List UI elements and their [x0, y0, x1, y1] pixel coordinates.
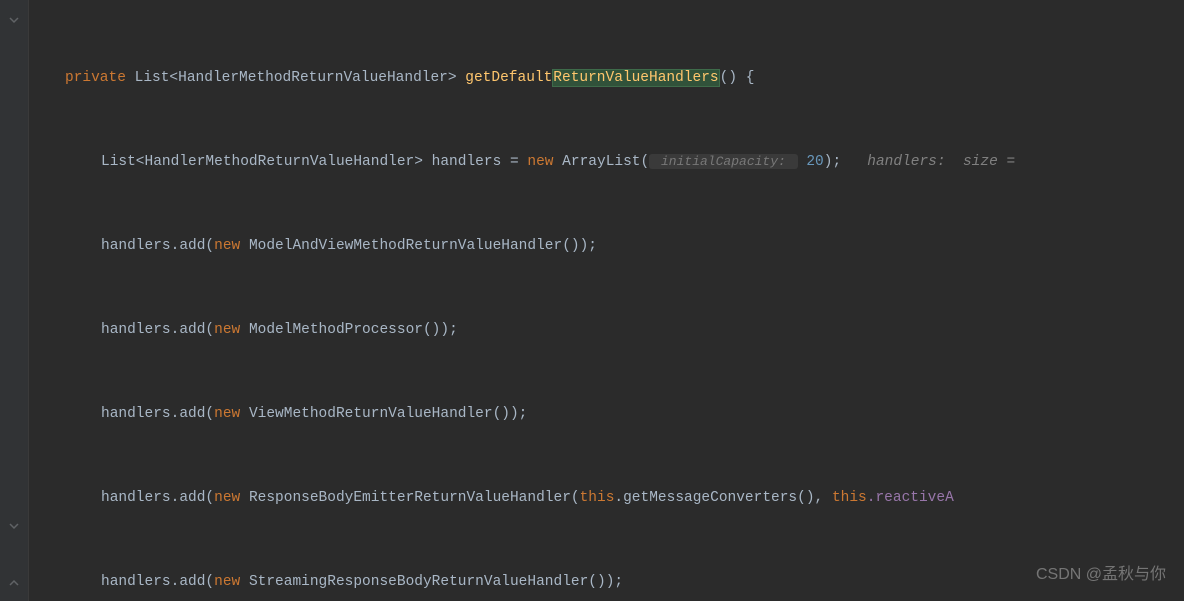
keyword: new [214, 406, 240, 422]
keyword: new [214, 322, 240, 338]
code-line[interactable]: handlers.add(new ModelMethodProcessor())… [29, 316, 1184, 344]
number: 20 [806, 154, 823, 170]
inlay-hint: initialCapacity: [649, 154, 797, 169]
text: handlers.add( [101, 322, 214, 338]
keyword: new [214, 238, 240, 254]
text: handlers.add( [101, 490, 214, 506]
text: () [720, 70, 737, 86]
search-highlight: ReturnValueHandlers [552, 69, 719, 87]
method-name: getDefault [465, 70, 552, 86]
keyword: new [527, 154, 553, 170]
code-line[interactable]: handlers.add(new StreamingResponseBodyRe… [29, 568, 1184, 596]
collapse-icon[interactable] [0, 516, 28, 544]
text: { [737, 70, 754, 86]
type: List<HandlerMethodReturnValueHandler> [135, 70, 457, 86]
field: .reactiveA [867, 490, 954, 506]
text: ModelAndViewMethodReturnValueHandler()); [249, 238, 597, 254]
expand-up-icon[interactable] [0, 572, 28, 600]
text: handlers.add( [101, 406, 214, 422]
collapse-icon[interactable] [0, 10, 28, 38]
text: ModelMethodProcessor()); [249, 322, 458, 338]
text: handlers.add( [101, 238, 214, 254]
code-line[interactable]: handlers.add(new ModelAndViewMethodRetur… [29, 232, 1184, 260]
text: .getMessageConverters(), [614, 490, 832, 506]
code-line[interactable]: handlers.add(new ResponseBodyEmitterRetu… [29, 484, 1184, 512]
inline-comment: handlers: size = [841, 154, 1015, 170]
editor-gutter [0, 0, 29, 601]
keyword: new [214, 490, 240, 506]
code-line[interactable]: List<HandlerMethodReturnValueHandler> ha… [29, 148, 1184, 176]
text: handlers.add( [101, 574, 214, 590]
text: ArrayList( [553, 154, 649, 170]
text: ); [824, 154, 841, 170]
text: List<HandlerMethodReturnValueHandler> ha… [101, 154, 527, 170]
keyword: new [214, 574, 240, 590]
keyword: this [832, 490, 867, 506]
code-line[interactable]: handlers.add(new ViewMethodReturnValueHa… [29, 400, 1184, 428]
keyword: private [65, 70, 126, 86]
text: ViewMethodReturnValueHandler()); [249, 406, 527, 422]
text: ResponseBodyEmitterReturnValueHandler( [249, 490, 580, 506]
code-line[interactable]: private List<HandlerMethodReturnValueHan… [29, 64, 1184, 92]
text: StreamingResponseBodyReturnValueHandler(… [249, 574, 623, 590]
code-editor[interactable]: private List<HandlerMethodReturnValueHan… [29, 0, 1184, 601]
keyword: this [580, 490, 615, 506]
